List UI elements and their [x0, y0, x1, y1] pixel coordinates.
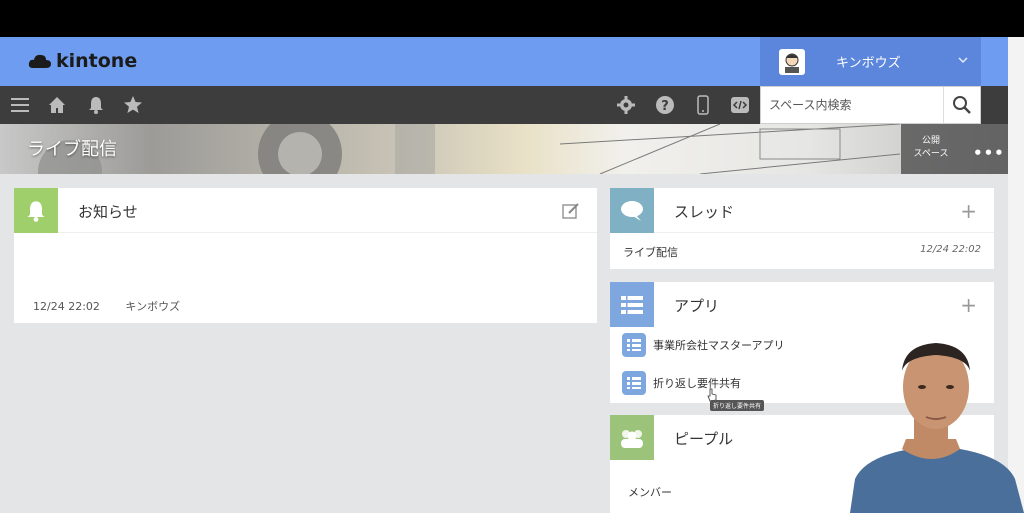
cloud-logo-icon — [28, 54, 51, 68]
notice-panel: お知らせ 12/24 22:02 キンボウズ — [14, 188, 597, 323]
user-name: キンボウズ — [836, 56, 901, 71]
svg-text:?: ? — [661, 99, 669, 114]
notice-bell-icon — [14, 188, 58, 233]
public-label-line2: スペース — [913, 149, 949, 159]
banner-gear-image — [38, 124, 901, 174]
logo-text: kintone — [56, 50, 138, 72]
gear-icon[interactable] — [616, 95, 636, 115]
thread-header: スレッド + — [610, 188, 994, 233]
people-title: ピープル — [674, 430, 734, 448]
bell-icon[interactable] — [86, 95, 106, 115]
user-face-icon — [785, 53, 799, 73]
home-icon[interactable] — [47, 95, 67, 115]
public-space-badge: 公開 スペース ••• — [901, 124, 1008, 174]
presenter-webcam-image — [850, 343, 1024, 513]
edit-icon[interactable] — [562, 202, 580, 220]
menu-icon[interactable] — [10, 95, 30, 115]
notice-header: お知らせ — [14, 188, 597, 233]
code-icon[interactable] — [730, 95, 750, 115]
space-title: ライブ配信 — [27, 139, 117, 160]
top-header: kintone キンボウズ — [0, 37, 1008, 86]
thread-panel: スレッド + ライブ配信 12/24 22:02 — [610, 188, 994, 269]
app-list-icon — [622, 333, 646, 357]
star-icon[interactable] — [123, 95, 143, 115]
kintone-logo[interactable]: kintone — [28, 50, 137, 72]
thread-title: スレッド — [674, 203, 735, 221]
notice-meta: 12/24 22:02 キンボウズ — [33, 298, 202, 314]
notice-title: お知らせ — [78, 203, 138, 221]
add-thread-button[interactable]: + — [960, 199, 977, 223]
search-icon — [953, 96, 971, 114]
members-label: メンバー — [628, 486, 672, 499]
app-tooltip: 折り返し要件共有 — [710, 400, 765, 411]
thread-item[interactable]: ライブ配信 12/24 22:02 — [623, 244, 981, 260]
thread-item-date: 12/24 22:02 — [920, 244, 981, 255]
kintone-space-page: kintone キンボウズ ? スペース内検索 ライブ配信 公開 スペース ••… — [0, 37, 1024, 513]
people-group-icon — [610, 415, 654, 460]
user-avatar — [779, 48, 805, 75]
thread-speech-icon — [610, 188, 654, 233]
app-list-icon — [622, 371, 646, 395]
search-button[interactable] — [943, 87, 980, 123]
app-item[interactable]: 事業所会社マスターアプリ — [622, 332, 785, 358]
space-search — [760, 86, 981, 124]
app-item-name: 事業所会社マスターアプリ — [653, 339, 785, 352]
chevron-down-icon[interactable] — [957, 54, 969, 66]
notice-date: 12/24 22:02 — [33, 300, 100, 313]
notice-divider — [58, 232, 597, 233]
thread-item-name: ライブ配信 — [623, 246, 678, 259]
toolbar: ? — [0, 86, 1008, 124]
help-icon[interactable]: ? — [655, 95, 675, 115]
more-options-button[interactable]: ••• — [973, 144, 1005, 162]
space-search-input[interactable] — [761, 87, 945, 123]
public-label-line1: 公開 — [921, 136, 940, 146]
space-banner: ライブ配信 公開 スペース ••• — [0, 124, 1008, 174]
notice-author[interactable]: キンボウズ — [125, 300, 180, 313]
app-item[interactable]: 折り返し要件共有 — [622, 370, 741, 396]
apps-title: アプリ — [674, 297, 720, 315]
thread-divider — [654, 232, 994, 233]
public-space-label: 公開 スペース — [901, 135, 961, 161]
apps-list-icon — [610, 282, 654, 327]
mobile-icon[interactable] — [693, 95, 713, 115]
user-menu[interactable]: キンボウズ — [760, 37, 981, 86]
app-item-name: 折り返し要件共有 — [653, 377, 741, 390]
